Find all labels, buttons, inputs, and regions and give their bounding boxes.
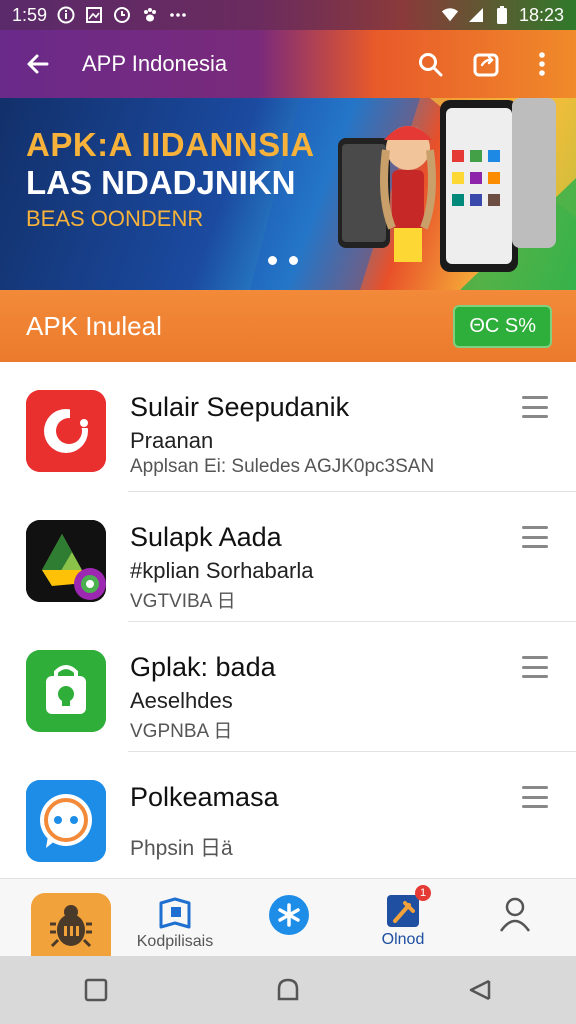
signal-icon (467, 6, 485, 24)
app-subtitle: #kplian Sorhabarla (130, 558, 314, 583)
home-circle-icon (277, 978, 299, 1001)
square-icon (84, 978, 108, 1002)
battery-icon (493, 6, 511, 24)
carousel-dot[interactable] (268, 256, 277, 265)
clock-icon (113, 6, 131, 24)
nav-label: Olnod (381, 931, 425, 948)
bottom-navigation: Kodpilisais 1 Olnod (0, 878, 576, 957)
share-button[interactable] (470, 48, 502, 80)
user-icon (499, 897, 531, 932)
app-meta: Applsan Ei: Suledes AGJK0pc3SAN (130, 456, 435, 477)
book-icon (159, 897, 191, 929)
home-button[interactable] (268, 970, 308, 1010)
search-button[interactable] (414, 48, 446, 80)
triangle-back-icon (469, 979, 491, 1001)
system-navigation-bar (0, 956, 576, 1024)
status-time: 1:59 (12, 4, 48, 25)
section-action-button[interactable]: ΘC S% (453, 304, 552, 348)
promo-banner[interactable]: APK:A IIDANNSIA LAS NDADJNIKN BEAS OONDE… (0, 98, 576, 290)
nav-downloads[interactable]: 1 Olnod (348, 879, 458, 957)
nav-home[interactable] (16, 879, 126, 957)
green-bag-icon (26, 650, 106, 732)
status-clock-right: 18:23 (518, 4, 564, 25)
nav-label: Kodpilisais (136, 933, 214, 950)
nav-categories[interactable]: Kodpilisais (120, 879, 230, 957)
gallery-icon (85, 6, 103, 24)
banner-subheadline: LAS NDADJNIKN (26, 164, 296, 201)
banner-tagline: BEAS OONDENR (26, 206, 204, 231)
list-item[interactable]: Gplak: bada Aeselhdes VGPNBA 日 (0, 622, 576, 752)
paw-icon (141, 6, 159, 24)
system-back-button[interactable] (460, 970, 500, 1010)
drive-like-icon (26, 520, 106, 602)
section-title: APK Inuleal (26, 310, 162, 341)
hammer-icon: 1 (385, 885, 431, 929)
arrow-left-icon (27, 54, 49, 74)
app-meta: VGPNBA 日 (130, 721, 233, 742)
back-button[interactable] (18, 44, 58, 84)
notification-badge: 1 (415, 885, 431, 901)
asterisk-circle-icon (269, 895, 309, 935)
nav-featured[interactable] (234, 879, 344, 957)
app-subtitle: Praanan (130, 428, 214, 453)
app-bar: APP Indonesia (0, 30, 576, 98)
page-title: APP Indonesia (82, 51, 228, 76)
nav-profile[interactable] (460, 879, 570, 957)
carousel-indicator[interactable] (268, 256, 298, 265)
app-name: Polkeamasa (130, 782, 279, 812)
wifi-icon (441, 6, 459, 24)
list-item[interactable]: Sulapk Aada #kplian Sorhabarla VGTVIBA 日 (0, 492, 576, 622)
recents-button[interactable] (76, 970, 116, 1010)
app-name: Sulair Seepudanik (130, 392, 350, 422)
more-notifications-icon (169, 6, 187, 24)
search-icon (419, 53, 443, 77)
drag-handle-icon[interactable] (522, 526, 548, 548)
list-item[interactable]: Polkeamasa Phpsin 日ä (0, 752, 576, 882)
banner-headline: APK:A IIDANNSIA (26, 126, 315, 163)
app-name: Sulapk Aada (130, 522, 282, 552)
more-vertical-icon (539, 52, 545, 76)
drag-handle-icon[interactable] (522, 656, 548, 678)
blue-chat-icon (26, 780, 106, 862)
app-meta: VGTVIBA 日 (130, 591, 236, 612)
app-meta: Phpsin 日ä (130, 837, 233, 860)
app-list: Sulair Seepudanik Praanan Applsan Ei: Su… (0, 362, 576, 882)
share-box-icon (473, 53, 499, 77)
drag-handle-icon[interactable] (522, 786, 548, 808)
app-name: Gplak: bada (130, 652, 276, 682)
red-refresh-icon (26, 390, 106, 472)
carousel-dot[interactable] (289, 256, 298, 265)
info-icon (57, 6, 75, 24)
bug-app-icon (31, 893, 111, 957)
drag-handle-icon[interactable] (522, 396, 548, 418)
app-subtitle: Aeselhdes (130, 688, 233, 713)
section-header: APK Inuleal ΘC S% (0, 290, 576, 362)
list-item[interactable]: Sulair Seepudanik Praanan Applsan Ei: Su… (0, 362, 576, 492)
status-bar: 1:59 18:23 (0, 0, 576, 30)
more-options-button[interactable] (526, 48, 558, 80)
